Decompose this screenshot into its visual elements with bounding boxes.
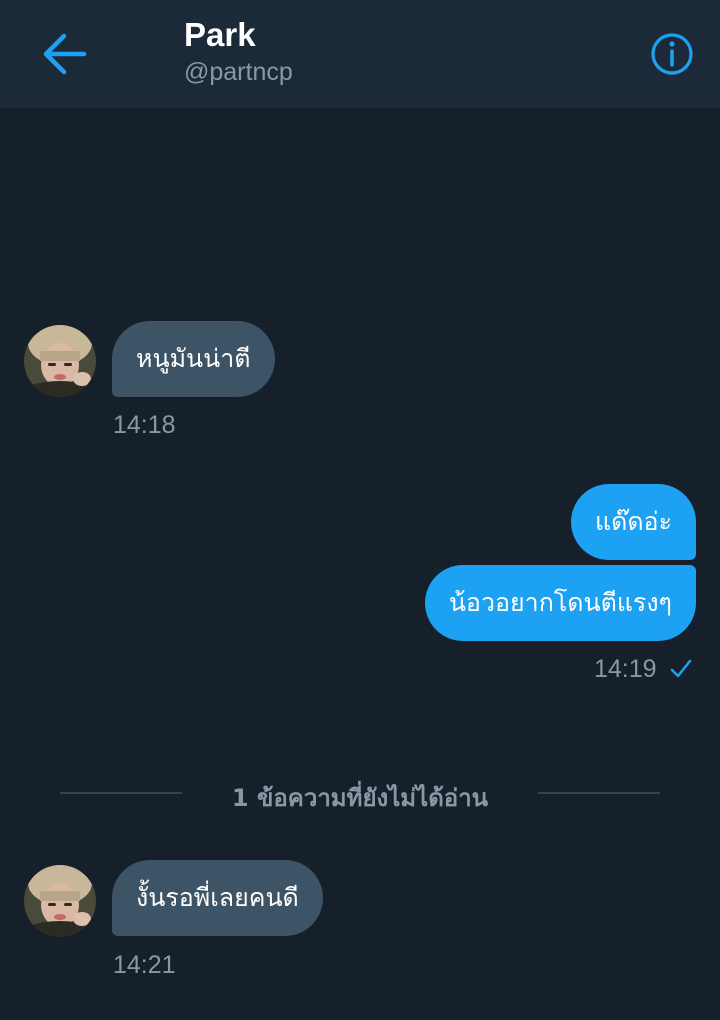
info-button[interactable] bbox=[646, 28, 698, 80]
divider-line bbox=[60, 792, 182, 794]
unread-divider: 1 ข้อความที่ยังไม่ได้อ่าน bbox=[231, 784, 489, 812]
conversation-handle[interactable]: @partncp bbox=[184, 58, 293, 87]
message-timestamp: 14:19 bbox=[594, 655, 657, 683]
avatar[interactable] bbox=[24, 865, 96, 937]
info-icon bbox=[651, 33, 693, 75]
conversation-header: Park @partncp bbox=[0, 0, 720, 108]
divider-line bbox=[538, 792, 660, 794]
message-bubble-outgoing[interactable]: น้อวอยากโดนตีแรงๆ bbox=[424, 565, 696, 641]
arrow-left-icon bbox=[43, 33, 87, 75]
conversation-title[interactable]: Park bbox=[184, 16, 256, 54]
message-bubble-incoming[interactable]: งั้นรอพี่เลยคนดี bbox=[112, 860, 323, 936]
sent-check-icon bbox=[670, 659, 692, 678]
message-bubble-incoming[interactable]: หนูมันน่าตี bbox=[112, 321, 275, 397]
message-timestamp: 14:21 bbox=[113, 951, 176, 979]
message-timestamp: 14:18 bbox=[113, 411, 176, 439]
back-button[interactable] bbox=[34, 26, 94, 82]
avatar[interactable] bbox=[24, 325, 96, 397]
message-bubble-outgoing[interactable]: แด๊ดอ่ะ bbox=[570, 484, 696, 560]
